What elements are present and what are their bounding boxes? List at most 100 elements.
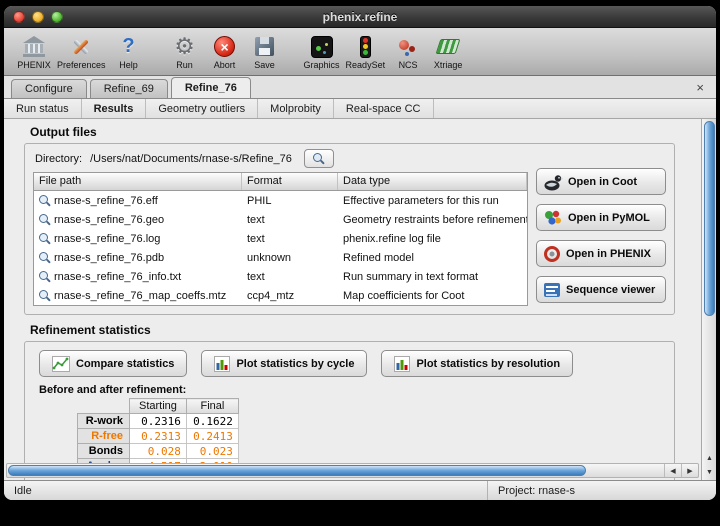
results-subtab-bar: Run status Results Geometry outliers Mol… [4,99,716,119]
toolbar-button-help[interactable]: ? Help [109,33,149,71]
toolbar-button-phenix[interactable]: PHENIX [14,33,54,71]
file-row[interactable]: rnase-s_refine_76.log text phenix.refine… [34,229,527,248]
zoom-window-button[interactable] [51,11,63,23]
plot-statistics-by-cycle-button[interactable]: Plot statistics by cycle [201,350,367,377]
magnifier-icon [313,153,324,164]
toolbar-button-graphics[interactable]: Graphics [301,33,343,71]
toolbar-button-ncs[interactable]: NCS [388,33,428,71]
tab-label: Configure [25,83,73,95]
window-title: phenix.refine [4,10,716,24]
toolbar-label: Run [176,60,193,70]
open-in-phenix-button[interactable]: Open in PHENIX [536,240,666,267]
magnifier-icon [39,214,50,225]
tools-icon [69,35,93,59]
phenix-refine-window: phenix.refine PHENIX Preferences ? Help … [4,6,716,500]
subtab-molprobity[interactable]: Molprobity [258,99,334,118]
vertical-scroll-thumb[interactable] [704,121,715,316]
button-label: Open in PyMOL [568,212,650,224]
subtab-run-status[interactable]: Run status [4,99,82,118]
toolbar-button-abort[interactable]: × Abort [205,33,245,71]
file-format: PHIL [242,195,338,207]
stat-final-value: 0.2413 [186,429,238,444]
browse-directory-button[interactable] [304,149,334,168]
scroll-left-arrow[interactable]: ◀ [664,464,681,477]
file-format: text [242,271,338,283]
statistics-button-row: Compare statistics Plot statistics by cy… [39,350,573,377]
tab-label: Refine_76 [185,82,237,94]
file-format: ccp4_mtz [242,290,338,302]
stat-row-r-work: R-work 0.2316 0.1622 [78,414,239,429]
toolbar-button-xtriage[interactable]: Xtriage [428,33,468,71]
horizontal-scroll-thumb[interactable] [8,465,586,476]
button-label: Open in PHENIX [566,248,651,260]
titlebar[interactable]: phenix.refine [4,6,716,28]
open-in-coot-button[interactable]: Open in Coot [536,168,666,195]
file-data-type: Run summary in text format [338,271,527,283]
column-header-starting: Starting [130,399,187,414]
magnifier-icon [39,195,50,206]
file-row[interactable]: rnase-s_refine_76.pdb unknown Refined mo… [34,248,527,267]
file-data-type: Map coefficients for Coot [338,290,527,302]
phenix-temple-icon [23,36,45,57]
gear-icon: ⚙ [174,35,195,58]
traffic-light-icon [360,36,371,58]
stat-final-value: 0.023 [186,444,238,459]
button-label: Plot statistics by resolution [416,358,560,370]
subtab-label: Run status [16,103,69,115]
help-question-icon: ? [122,35,134,58]
toolbar-group-run: ⚙ Run × Abort Save [165,33,285,71]
close-window-button[interactable] [13,11,25,23]
scroll-up-arrow[interactable]: ▲ [702,451,716,465]
tab-configure[interactable]: Configure [11,79,87,98]
file-row[interactable]: rnase-s_refine_76.geo text Geometry rest… [34,210,527,229]
toolbar-button-save[interactable]: Save [245,33,285,71]
column-header-file-path[interactable]: File path [34,173,242,190]
output-files-heading: Output files [30,125,701,139]
magnifier-icon [39,252,50,263]
tab-refine-69[interactable]: Refine_69 [90,79,168,98]
column-header-format[interactable]: Format [242,173,338,190]
compare-statistics-button[interactable]: Compare statistics [39,350,187,377]
file-name: rnase-s_refine_76.eff [54,195,158,207]
file-row[interactable]: rnase-s_refine_76.eff PHIL Effective par… [34,191,527,210]
toolbar-button-readyset[interactable]: ReadySet [343,33,389,71]
subtab-real-space-cc[interactable]: Real-space CC [334,99,434,118]
tab-refine-76[interactable]: Refine_76 [171,77,251,98]
toolbar-button-preferences[interactable]: Preferences [54,33,109,71]
stat-starting-value: 0.2316 [130,414,187,429]
button-label: Compare statistics [76,358,174,370]
file-format: unknown [242,252,338,264]
plot-statistics-by-resolution-button[interactable]: Plot statistics by resolution [381,350,573,377]
horizontal-scroll-track[interactable] [7,464,664,477]
minimize-window-button[interactable] [32,11,44,23]
tab-label: Refine_69 [104,83,154,95]
magnifier-icon [39,290,50,301]
file-data-type: phenix.refine log file [338,233,527,245]
subtab-geometry-outliers[interactable]: Geometry outliers [146,99,258,118]
abort-x-icon: × [214,36,235,57]
table-corner [78,399,130,414]
close-tab-button[interactable]: × [691,81,709,94]
horizontal-scrollbar[interactable]: ◀ ▶ [6,463,699,478]
directory-path: /Users/nat/Documents/rnase-s/Refine_76 [90,153,292,165]
toolbar-label: NCS [399,60,418,70]
tab-strip: Configure Refine_69 Refine_76 × [4,76,716,99]
button-label: Open in Coot [568,176,637,188]
directory-row: Directory: /Users/nat/Documents/rnase-s/… [35,149,334,168]
file-row[interactable]: rnase-s_refine_76_info.txt text Run summ… [34,267,527,286]
open-in-pymol-button[interactable]: Open in PyMOL [536,204,666,231]
button-label: Sequence viewer [566,284,655,296]
xtriage-icon [436,39,461,54]
pymol-icon [543,209,563,227]
stat-label: R-work [78,414,130,429]
sequence-viewer-button[interactable]: Sequence viewer [536,276,666,303]
subtab-results[interactable]: Results [82,99,147,118]
vertical-scrollbar[interactable]: ▲ ▼ [701,119,716,480]
scroll-down-arrow[interactable]: ▼ [702,465,716,479]
file-row[interactable]: rnase-s_refine_76_map_coeffs.mtz ccp4_mt… [34,286,527,305]
output-files-groupbox: Directory: /Users/nat/Documents/rnase-s/… [24,143,675,315]
toolbar-button-run[interactable]: ⚙ Run [165,33,205,71]
scroll-right-arrow[interactable]: ▶ [681,464,698,477]
column-header-data-type[interactable]: Data type [338,173,527,190]
vertical-scroll-arrows: ▲ ▼ [702,451,716,479]
